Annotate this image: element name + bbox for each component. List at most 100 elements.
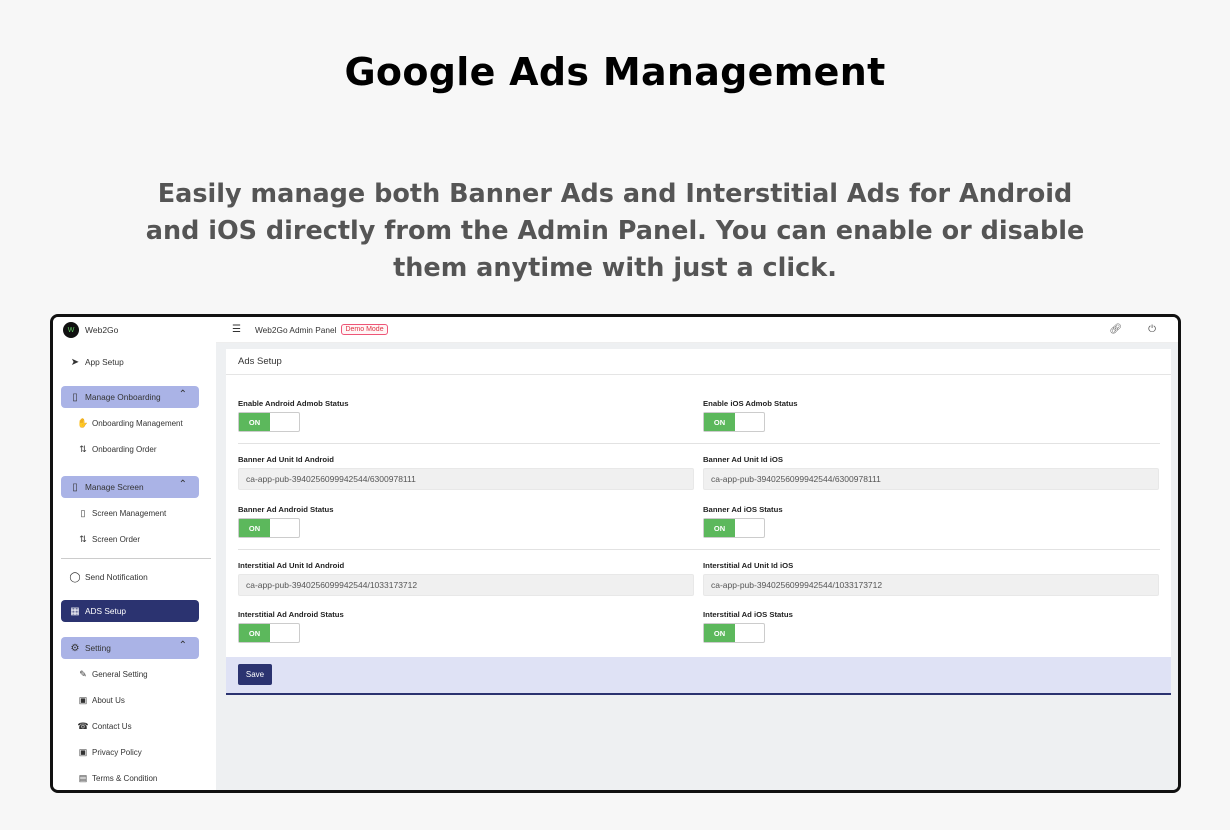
brand[interactable]: W Web2Go	[53, 317, 216, 343]
card-title: Ads Setup	[226, 349, 1171, 375]
document-icon: ▤	[78, 772, 88, 783]
topbar-title: Web2Go Admin Panel	[254, 324, 337, 335]
support-icon: ☎	[77, 720, 89, 731]
banner-ios-status-group: Banner Ad iOS Status ON	[703, 505, 1159, 538]
link-icon[interactable]: 🔗︎	[1109, 324, 1122, 335]
inter-ios-status-group: Interstitial Ad iOS Status ON	[703, 610, 1159, 643]
banner-android-id-label: Banner Ad Unit Id Android	[238, 455, 334, 464]
sidebar-item-label: Privacy Policy	[92, 747, 142, 757]
sidebar-item-general-setting[interactable]: ✎ General Setting	[77, 666, 148, 682]
sidebar-item-contact-us[interactable]: ☎ Contact Us	[77, 718, 131, 734]
sidebar-item-onboarding-management[interactable]: ✋ Onboarding Management	[77, 415, 183, 431]
phone-icon: ▯	[80, 507, 86, 518]
sidebar-item-label: ADS Setup	[85, 606, 127, 616]
sidebar-item-label: About Us	[92, 695, 125, 705]
banner-android-status-group: Banner Ad Android Status ON	[238, 505, 694, 538]
sidebar-item-label: Screen Order	[92, 534, 141, 544]
sidebar-item-label: Onboarding Order	[92, 444, 157, 454]
demo-mode-badge: Demo Mode	[341, 324, 388, 335]
sidebar: W Web2Go ➤ App Setup ▯ Manage Onboarding…	[53, 317, 216, 790]
banner-android-id-input[interactable]: ca-app-pub-3940256099942544/6300978111	[238, 468, 694, 490]
promo-title: Google Ads Management	[344, 50, 886, 94]
sidebar-item-label: General Setting	[92, 669, 148, 679]
banner-ios-id-group: Banner Ad Unit Id iOS ca-app-pub-3940256…	[703, 455, 1159, 490]
section-divider	[238, 549, 1160, 550]
sidebar-item-label: Manage Onboarding	[85, 392, 161, 402]
ads-setup-card: Ads Setup Enable Android Admob Status ON…	[226, 349, 1171, 695]
brand-name: Web2Go	[85, 325, 119, 335]
chevron-up-icon: ⌃	[178, 389, 187, 400]
banner-ios-status-label: Banner Ad iOS Status	[703, 505, 783, 514]
user-card-icon: ▣	[78, 694, 88, 705]
banner-android-id-group: Banner Ad Unit Id Android ca-app-pub-394…	[238, 455, 694, 490]
toggle-on-label: ON	[704, 624, 735, 642]
sidebar-item-label: Terms & Condition	[92, 773, 158, 783]
save-button[interactable]: Save	[238, 664, 272, 685]
android-admob-toggle[interactable]: ON	[238, 412, 300, 432]
sidebar-item-label: Send Notification	[85, 572, 148, 582]
sidebar-item-screen-management[interactable]: ▯ Screen Management	[77, 505, 167, 521]
inter-android-status-group: Interstitial Ad Android Status ON	[238, 610, 694, 643]
promo-description: Easily manage both Banner Ads and Inters…	[145, 179, 1085, 283]
phone-icon: ▯	[72, 481, 78, 493]
topbar: ☰ Web2Go Admin Panel Demo Mode 🔗︎ ⏻	[216, 317, 1178, 343]
main-content: Ads Setup Enable Android Admob Status ON…	[216, 343, 1178, 790]
inter-ios-id-label: Interstitial Ad Unit Id iOS	[703, 561, 794, 570]
shuffle-icon: ⇅	[79, 533, 87, 544]
inter-android-id-label: Interstitial Ad Unit Id Android	[238, 561, 345, 570]
android-admob-label: Enable Android Admob Status	[238, 399, 349, 408]
sidebar-item-screen-order[interactable]: ⇅ Screen Order	[77, 531, 140, 547]
banner-ios-id-label: Banner Ad Unit Id iOS	[703, 455, 784, 464]
sidebar-item-label: Setting	[85, 643, 111, 653]
sidebar-group-manage-onboarding[interactable]: ▯ Manage Onboarding ⌃	[61, 386, 199, 408]
sidebar-item-label: Screen Management	[92, 508, 167, 518]
ios-admob-toggle[interactable]: ON	[703, 412, 765, 432]
sidebar-item-privacy-policy[interactable]: ▣ Privacy Policy	[77, 744, 142, 760]
power-icon[interactable]: ⏻	[1148, 324, 1156, 335]
toggle-on-label: ON	[239, 519, 270, 537]
inter-android-id-input[interactable]: ca-app-pub-3940256099942544/1033173712	[238, 574, 694, 596]
hand-icon: ✋	[77, 417, 89, 428]
inter-android-status-toggle[interactable]: ON	[238, 623, 300, 643]
inter-ios-id-input[interactable]: ca-app-pub-3940256099942544/1033173712	[703, 574, 1159, 596]
onboarding-icon: ▯	[72, 391, 78, 403]
sidebar-item-label: Manage Screen	[85, 482, 144, 492]
save-bar: Save	[226, 657, 1171, 695]
toggle-on-label: ON	[239, 624, 270, 642]
sidebar-item-app-setup[interactable]: ➤ App Setup	[61, 351, 199, 373]
banner-ios-id-input[interactable]: ca-app-pub-3940256099942544/6300978111	[703, 468, 1159, 490]
sidebar-item-send-notification[interactable]: ◯ Send Notification	[61, 566, 199, 588]
rocket-icon: ➤	[70, 356, 80, 368]
menu-icon[interactable]: ☰	[232, 324, 241, 335]
chevron-up-icon: ⌃	[178, 479, 187, 490]
logo-icon: W	[63, 322, 79, 338]
admin-panel-screenshot: W Web2Go ➤ App Setup ▯ Manage Onboarding…	[50, 314, 1181, 793]
settings-icon: ✎	[79, 668, 87, 679]
ads-icon: ▦	[70, 605, 80, 617]
sidebar-item-label: Onboarding Management	[92, 418, 183, 428]
inter-ios-id-group: Interstitial Ad Unit Id iOS ca-app-pub-3…	[703, 561, 1159, 596]
ios-admob-label: Enable iOS Admob Status	[703, 399, 798, 408]
banner-android-status-toggle[interactable]: ON	[238, 518, 300, 538]
sidebar-divider	[61, 558, 211, 559]
sidebar-group-manage-screen[interactable]: ▯ Manage Screen ⌃	[61, 476, 199, 498]
shuffle-icon: ⇅	[79, 443, 87, 454]
banner-ios-status-toggle[interactable]: ON	[703, 518, 765, 538]
inter-android-status-label: Interstitial Ad Android Status	[238, 610, 344, 619]
sidebar-item-terms[interactable]: ▤ Terms & Condition	[77, 770, 158, 786]
sidebar-item-onboarding-order[interactable]: ⇅ Onboarding Order	[77, 441, 156, 457]
section-divider	[238, 443, 1160, 444]
android-admob-group: Enable Android Admob Status ON	[238, 399, 694, 432]
sidebar-group-setting[interactable]: ⚙ Setting ⌃	[61, 637, 199, 659]
gear-icon: ⚙	[70, 642, 80, 654]
sidebar-item-label: App Setup	[85, 357, 124, 367]
banner-android-status-label: Banner Ad Android Status	[238, 505, 334, 514]
toggle-on-label: ON	[704, 413, 735, 431]
toggle-on-label: ON	[704, 519, 735, 537]
inter-ios-status-toggle[interactable]: ON	[703, 623, 765, 643]
notification-icon: ◯	[69, 571, 81, 583]
chevron-up-icon: ⌃	[178, 640, 187, 651]
toggle-on-label: ON	[239, 413, 270, 431]
sidebar-item-ads-setup[interactable]: ▦ ADS Setup	[61, 600, 199, 622]
sidebar-item-about-us[interactable]: ▣ About Us	[77, 692, 125, 708]
